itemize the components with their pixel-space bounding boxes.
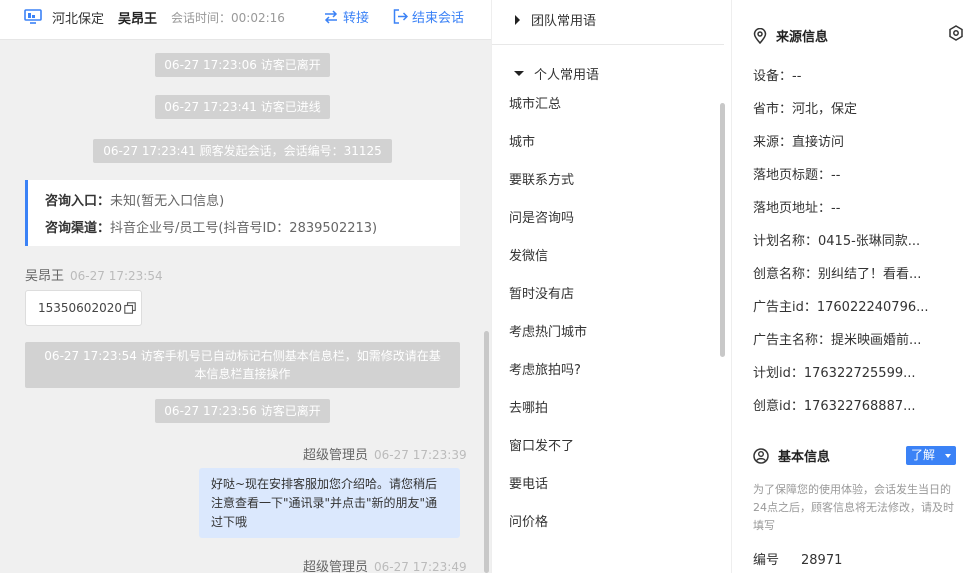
phrase-item[interactable]: 要电话 [509, 466, 709, 504]
caret-right-icon [515, 14, 520, 25]
phrase-item[interactable]: 考虑热门城市 [509, 314, 709, 352]
field-province: 省市：河北，保定 [753, 102, 858, 117]
personal-phrases-group[interactable]: 个人常用语 [514, 64, 599, 83]
field-advertiser-name: 广告主名称：提米映画婚前... [753, 333, 922, 348]
system-message: 06-27 17:23:56 访客已离开 [155, 399, 330, 423]
transfer-icon [324, 9, 338, 24]
consult-entry-key: 咨询入口： [45, 194, 111, 209]
phone-message: 15350602020 [25, 290, 142, 326]
field-landing-title: 落地页标题：-- [753, 168, 841, 183]
consult-entry-value: 未知(暂无入口信息) [110, 194, 225, 209]
agent-message: 好哒~现在安排客服加您介绍哈。请您稍后注意查看一下"通讯录"并点击"新的朋友"通… [199, 468, 460, 538]
phrase-item[interactable]: 问是咨询吗 [509, 200, 709, 238]
system-message: 06-27 17:23:41 访客已进线 [155, 95, 330, 119]
transfer-button[interactable]: 转接 [323, 7, 369, 26]
field-source: 来源：直接访问 [753, 135, 845, 150]
phrase-item[interactable]: 发微信 [509, 238, 709, 276]
agent-sender: 超级管理员 06-27 17:23:49 [303, 556, 467, 573]
source-info-header: 来源信息 [753, 26, 828, 45]
end-session-label: 结束会话 [412, 11, 465, 26]
learn-more-button[interactable]: 了解 [906, 446, 956, 465]
consult-channel-value: 抖音企业号/员工号(抖音号ID：2839502213) [110, 221, 378, 236]
phrase-item[interactable]: 窗口发不了 [509, 428, 709, 466]
sender-name: 吴昂王 [25, 269, 65, 284]
session-time-label: 会话时间： [171, 11, 232, 25]
field-device: 设备：-- [753, 69, 802, 84]
edit-notice: 为了保障您的使用体验，会话发生当日的24点之后，顾客信息将无法修改，请及时填写 [753, 483, 954, 532]
field-plan-id: 计划id：176322725599... [753, 366, 916, 381]
basic-info-header: 基本信息 [753, 446, 830, 465]
field-number: 编号 28971 [753, 549, 842, 568]
consult-entry: 咨询入口：未知(暂无入口信息) [45, 188, 460, 215]
consult-info-card: 咨询入口：未知(暂无入口信息) 咨询渠道：抖音企业号/员工号(抖音号ID：283… [25, 180, 460, 246]
session-time-value: 00:02:16 [231, 11, 285, 25]
chat-panel: 河北保定 吴昂王 会话时间：00:02:16 转接 结束会话 06-27 17:… [0, 0, 491, 573]
visitor-location: 河北保定 [52, 12, 105, 27]
basic-info-title: 基本信息 [778, 450, 831, 465]
team-phrases-group[interactable]: 团队常用语 [514, 10, 596, 29]
number-value: 28971 [801, 553, 843, 568]
phrase-item[interactable]: 暂时没有店 [509, 276, 709, 314]
phone-number: 15350602020 [38, 301, 122, 315]
field-creative-id: 创意id：176322768887... [753, 399, 916, 414]
chat-scrollbar[interactable] [484, 331, 489, 573]
personal-phrases-label: 个人常用语 [534, 68, 600, 83]
number-label: 编号 [753, 553, 780, 568]
location-pin-icon [753, 27, 767, 44]
caret-down-icon [514, 71, 524, 76]
system-message-line: 06-27 17:23:54 访客手机号已自动标记右侧基本信息栏，如需修改请在基 [44, 349, 441, 363]
visitor-sender: 吴昂王 06-27 17:23:54 [25, 265, 163, 284]
agent-sender: 超级管理员 06-27 17:23:39 [303, 444, 467, 463]
info-panel: 来源信息 设备：-- 省市：河北，保定 来源：直接访问 落地页标题：-- 落地页… [731, 0, 963, 573]
settings-icon[interactable] [948, 25, 963, 41]
phrase-list: 城市汇总 城市 要联系方式 问是咨询吗 发微信 暂时没有店 考虑热门城市 考虑旅… [509, 86, 709, 542]
sender-time: 06-27 17:23:49 [374, 560, 467, 573]
phrase-item[interactable]: 去哪拍 [509, 390, 709, 428]
phrases-panel: 团队常用语 个人常用语 城市汇总 城市 要联系方式 问是咨询吗 发微信 暂时没有… [491, 0, 731, 573]
exit-icon [393, 9, 408, 24]
team-phrases-label: 团队常用语 [531, 14, 597, 29]
phrase-item[interactable]: 问价格 [509, 504, 709, 542]
phrase-item[interactable]: 城市汇总 [509, 86, 709, 124]
visitor-name: 吴昂王 [118, 12, 158, 27]
system-message: 06-27 17:23:06 访客已离开 [155, 53, 330, 77]
sender-time: 06-27 17:23:54 [70, 269, 163, 283]
chat-header: 河北保定 吴昂王 会话时间：00:02:16 转接 结束会话 [0, 0, 491, 40]
user-circle-icon [753, 447, 769, 464]
system-message: 06-27 17:23:54 访客手机号已自动标记右侧基本信息栏，如需修改请在基… [25, 342, 460, 388]
sender-name: 超级管理员 [303, 560, 369, 573]
sender-name: 超级管理员 [303, 448, 369, 463]
field-creative-name: 创意名称：别纠结了！看看... [753, 267, 922, 282]
phrases-scrollbar[interactable] [720, 103, 725, 357]
field-advertiser-id: 广告主id：176022240796... [753, 300, 929, 315]
field-plan-name: 计划名称：0415-张琳同款... [753, 234, 921, 249]
source-info-title: 来源信息 [776, 30, 829, 45]
session-time: 会话时间：00:02:16 [171, 9, 285, 26]
transfer-label: 转接 [343, 11, 370, 26]
system-message: 06-27 17:23:41 顾客发起会话，会话编号：31125 [93, 139, 392, 163]
monitor-icon [24, 9, 42, 24]
phrase-item[interactable]: 考虑旅拍吗? [509, 352, 709, 390]
sender-time: 06-27 17:23:39 [374, 448, 467, 462]
phrase-item[interactable]: 要联系方式 [509, 162, 709, 200]
end-session-button[interactable]: 结束会话 [393, 7, 464, 26]
consult-channel-key: 咨询渠道： [45, 221, 111, 236]
phrase-item[interactable]: 城市 [509, 124, 709, 162]
system-message-line: 本信息栏直接操作 [194, 367, 291, 381]
consult-channel: 咨询渠道：抖音企业号/员工号(抖音号ID：2839502213) [45, 215, 460, 242]
copy-icon[interactable] [124, 302, 136, 314]
field-landing-url: 落地页地址：-- [753, 201, 841, 216]
divider [492, 44, 724, 45]
